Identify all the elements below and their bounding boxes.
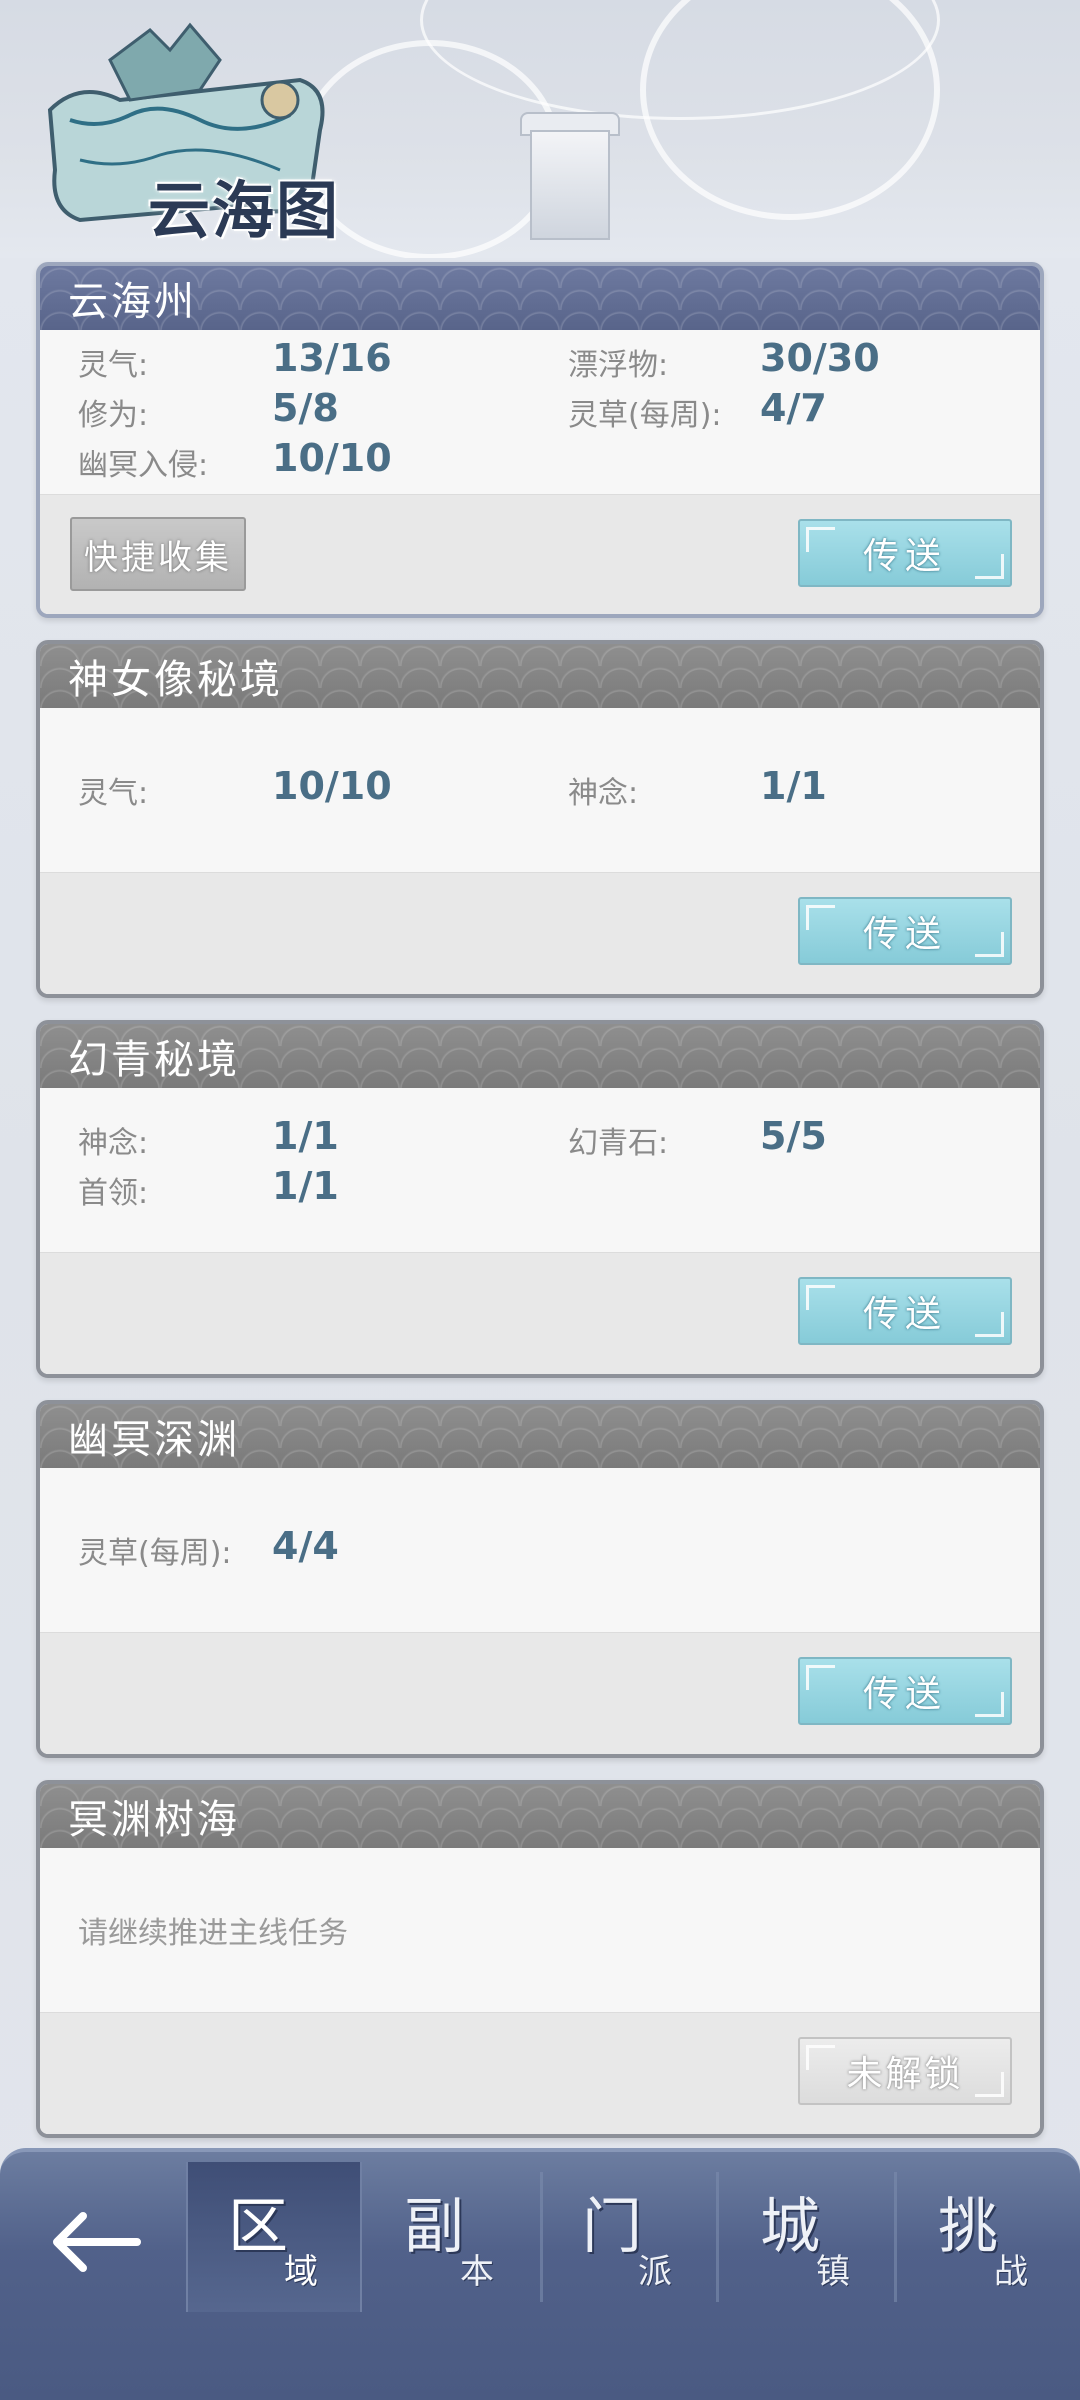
tab-sublabel: 域: [284, 2252, 318, 2292]
stat-value: 10/10: [272, 764, 392, 808]
card-footer: 传送: [40, 1632, 1040, 1754]
region-card-yunhaizhou: 云海州 灵气: 13/16 修为: 5/8 幽冥入侵: 10/10 漂浮物: 3…: [36, 262, 1044, 618]
region-title: 幽冥深渊: [68, 1417, 240, 1463]
stat-value: 1/1: [272, 1164, 339, 1208]
region-title: 幻青秘境: [68, 1037, 240, 1083]
card-header: 冥渊树海: [40, 1784, 1040, 1848]
bottom-navigation: 区 域 副 本 门 派 城 镇 挑 战: [0, 2148, 1080, 2400]
region-card-shennvxiang: 神女像秘境 灵气: 10/10 神念: 1/1 传送: [36, 640, 1044, 998]
card-header: 云海州: [40, 266, 1040, 330]
tab-label: 城: [760, 2192, 820, 2262]
card-header: 幻青秘境: [40, 1024, 1040, 1088]
stat-value: 1/1: [760, 764, 827, 808]
tab-sublabel: 战: [994, 2252, 1028, 2292]
stat-label: 灵草(每周):: [78, 1536, 232, 1571]
stat-label: 修为:: [78, 398, 149, 433]
card-body: 灵草(每周): 4/4: [40, 1468, 1040, 1632]
stat-label: 幽冥入侵:: [78, 448, 209, 483]
tab-town[interactable]: 城 镇: [720, 2162, 896, 2312]
tab-label: 挑: [938, 2192, 998, 2262]
region-title: 神女像秘境: [68, 657, 283, 703]
card-footer: 未解锁: [40, 2012, 1040, 2134]
region-title: 云海州: [68, 279, 197, 325]
header-banner: 云海图: [0, 0, 1080, 258]
tab-challenge[interactable]: 挑 战: [898, 2162, 1074, 2312]
teleport-button[interactable]: 传送: [798, 897, 1012, 965]
card-footer: 传送: [40, 1252, 1040, 1374]
stat-label: 幻青石:: [568, 1126, 669, 1161]
stat-value: 4/7: [760, 386, 827, 430]
tab-sublabel: 派: [638, 2252, 672, 2292]
tab-region[interactable]: 区 域: [186, 2162, 362, 2312]
unlock-hint-text: 请继续推进主线任务: [78, 1916, 348, 1951]
locked-button[interactable]: 未解锁: [798, 2037, 1012, 2105]
stat-value: 4/4: [272, 1524, 339, 1568]
teleport-button[interactable]: 传送: [798, 1277, 1012, 1345]
tab-label: 副: [404, 2192, 464, 2262]
page-title: 云海图: [148, 174, 341, 247]
stat-value: 1/1: [272, 1114, 339, 1158]
card-footer: 快捷收集 传送: [40, 494, 1040, 614]
card-body: 灵气: 13/16 修为: 5/8 幽冥入侵: 10/10 漂浮物: 30/30…: [40, 330, 1040, 494]
tab-sublabel: 镇: [816, 2252, 850, 2292]
region-card-mingyuanshuhai: 冥渊树海 请继续推进主线任务 未解锁: [36, 1780, 1044, 2138]
region-card-huanqing: 幻青秘境 神念: 1/1 首领: 1/1 幻青石: 5/5 传送: [36, 1020, 1044, 1378]
teleport-button[interactable]: 传送: [798, 1657, 1012, 1725]
stat-label: 灵气:: [78, 776, 149, 811]
pavilion-icon: [530, 130, 610, 240]
teleport-button[interactable]: 传送: [798, 519, 1012, 587]
tab-divider: [894, 2172, 897, 2302]
tab-divider: [716, 2172, 719, 2302]
tab-sublabel: 本: [460, 2252, 494, 2292]
tab-dungeon[interactable]: 副 本: [364, 2162, 540, 2312]
stat-label: 神念:: [78, 1126, 149, 1161]
card-header: 神女像秘境: [40, 644, 1040, 708]
stat-label: 灵草(每周):: [568, 398, 722, 433]
stat-value: 30/30: [760, 336, 880, 380]
tab-label: 门: [582, 2192, 642, 2262]
card-body: 请继续推进主线任务: [40, 1848, 1040, 2012]
stat-label: 首领:: [78, 1176, 149, 1211]
stat-label: 漂浮物:: [568, 348, 669, 383]
back-button[interactable]: [40, 2192, 150, 2292]
tab-sect[interactable]: 门 派: [542, 2162, 718, 2312]
card-footer: 传送: [40, 872, 1040, 994]
stat-label: 神念:: [568, 776, 639, 811]
stat-value: 10/10: [272, 436, 392, 480]
quick-collect-button[interactable]: 快捷收集: [70, 517, 246, 591]
tab-label: 区: [228, 2192, 288, 2262]
stat-value: 5/5: [760, 1114, 827, 1158]
card-body: 灵气: 10/10 神念: 1/1: [40, 708, 1040, 872]
card-header: 幽冥深渊: [40, 1404, 1040, 1468]
stat-value: 13/16: [272, 336, 392, 380]
stat-label: 灵气:: [78, 348, 149, 383]
stat-value: 5/8: [272, 386, 339, 430]
region-card-youmingshenyuan: 幽冥深渊 灵草(每周): 4/4 传送: [36, 1400, 1044, 1758]
region-title: 冥渊树海: [68, 1797, 240, 1843]
card-body: 神念: 1/1 首领: 1/1 幻青石: 5/5: [40, 1088, 1040, 1252]
back-arrow-icon: [53, 2212, 141, 2272]
